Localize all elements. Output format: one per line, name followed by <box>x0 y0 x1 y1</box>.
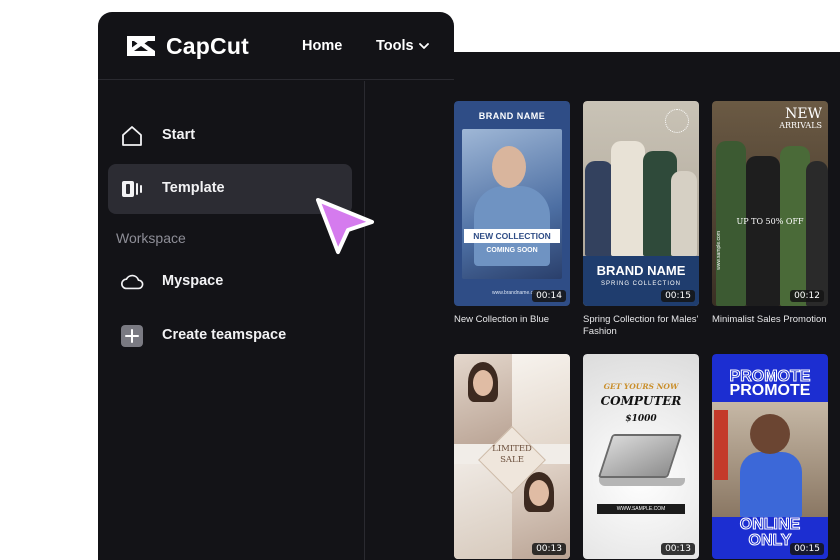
thumb-figure <box>585 161 613 256</box>
thumb-text: SALE <box>500 455 524 465</box>
template-thumbnail[interactable]: NEW ARRIVALS UP TO 50% OFF www.sample.co… <box>712 101 828 306</box>
sidebar-item-label: Template <box>162 180 225 196</box>
template-title[interactable]: Spring Collection for Males' Fashion <box>583 314 711 338</box>
thumb-text: $1000 <box>625 414 657 424</box>
chevron-down-icon <box>418 42 429 49</box>
home-icon <box>120 124 144 148</box>
template-card[interactable]: NEW ARRIVALS UP TO 50% OFF www.sample.co… <box>712 101 840 331</box>
template-title[interactable]: Minimalist Sales Promotion <box>712 314 840 326</box>
thumb-decoration <box>665 109 689 133</box>
nav-tools-label: Tools <box>376 38 414 54</box>
sidebar-item-myspace[interactable]: Myspace <box>108 257 352 307</box>
template-thumbnail[interactable]: GET YOURS NOW COMPUTER $1000 WWW.SAMPLE.… <box>583 354 699 559</box>
duration-badge: 00:12 <box>790 290 824 302</box>
thumb-text: COMING SOON <box>486 247 538 254</box>
thumb-text: BRAND NAME <box>478 111 546 121</box>
panel-divider <box>364 81 365 560</box>
top-navigation: CapCut Home Tools <box>98 12 454 80</box>
thumb-figure <box>611 141 645 256</box>
nav-tools-menu[interactable]: Tools <box>376 38 429 54</box>
duration-badge: 00:13 <box>532 543 566 555</box>
template-card[interactable]: GET YOURS NOW COMPUTER $1000 WWW.SAMPLE.… <box>583 354 699 560</box>
duration-badge: 00:15 <box>661 290 695 302</box>
sidebar-item-label: Create teamspace <box>162 327 287 343</box>
thumb-figure <box>671 171 697 256</box>
thumb-text: ARRIVALS <box>779 121 822 130</box>
template-icon <box>120 177 144 201</box>
template-card[interactable]: PROMOTE PROMOTE ONLINE ONLY 00:15 <box>712 354 828 560</box>
thumb-text: NEW <box>785 106 822 122</box>
sidebar-panel: CapCut Home Tools Start Template Workspa… <box>98 12 454 560</box>
thumb-decoration <box>714 410 728 480</box>
plus-icon <box>120 324 144 348</box>
cloud-icon <box>120 270 144 294</box>
thumb-figure <box>473 370 493 396</box>
thumb-text: LIMITED SALE <box>454 444 570 466</box>
template-thumbnail[interactable]: LIMITED SALE 00:13 <box>454 354 570 559</box>
thumb-text: BRAND NAME <box>596 263 686 278</box>
template-card[interactable]: BRAND NAME SPRING COLLECTION 00:15 Sprin… <box>583 101 713 341</box>
duration-badge: 00:15 <box>790 543 824 555</box>
thumb-text: NEW COLLECTION <box>464 229 560 243</box>
laptop-illustration <box>599 478 685 486</box>
thumb-text: UP TO 50% OFF <box>736 217 804 226</box>
thumb-photo <box>512 354 570 444</box>
thumb-figure <box>474 186 550 266</box>
thumb-text: ONLINE <box>739 516 801 533</box>
thumb-text: WWW.SAMPLE.COM <box>597 504 685 514</box>
thumb-text: NEW ARRIVALS <box>779 107 822 130</box>
sidebar-item-label: Myspace <box>162 273 224 289</box>
nav-home-link[interactable]: Home <box>302 38 342 54</box>
thumb-figure <box>492 146 526 188</box>
thumb-figure <box>746 156 780 306</box>
duration-badge: 00:13 <box>661 543 695 555</box>
thumb-figure <box>806 161 828 306</box>
laptop-illustration <box>597 434 683 478</box>
duration-badge: 00:14 <box>532 290 566 302</box>
sidebar-item-create-teamspace[interactable]: Create teamspace <box>108 311 352 361</box>
thumb-figure <box>529 480 549 506</box>
workspace-section-label: Workspace <box>116 230 186 246</box>
thumb-figure <box>750 414 790 454</box>
sidebar-item-label: Start <box>162 127 196 143</box>
template-thumbnail[interactable]: BRAND NAME NEW COLLECTION COMING SOON ww… <box>454 101 570 306</box>
capcut-logo-icon <box>127 36 155 56</box>
template-title[interactable]: New Collection in Blue <box>454 314 570 326</box>
thumb-text: PROMOTE <box>729 382 811 399</box>
capcut-logo[interactable]: CapCut <box>124 32 249 60</box>
template-card[interactable]: BRAND NAME NEW COLLECTION COMING SOON ww… <box>454 101 570 331</box>
thumb-text: LIMITED <box>492 444 532 454</box>
template-card[interactable]: LIMITED SALE 00:13 <box>454 354 570 560</box>
thumb-text: www.sample.com <box>716 231 722 270</box>
thumb-text: SPRING COLLECTION <box>600 281 681 287</box>
template-thumbnail[interactable]: BRAND NAME SPRING COLLECTION 00:15 <box>583 101 699 306</box>
pointer-cursor-icon <box>316 198 374 254</box>
thumb-text: COMPUTER <box>600 394 682 408</box>
app-name: CapCut <box>166 32 249 59</box>
thumb-figure <box>740 452 802 517</box>
sidebar-item-start[interactable]: Start <box>108 111 352 161</box>
template-thumbnail[interactable]: PROMOTE PROMOTE ONLINE ONLY 00:15 <box>712 354 828 559</box>
thumb-text: GET YOURS NOW <box>603 382 679 391</box>
